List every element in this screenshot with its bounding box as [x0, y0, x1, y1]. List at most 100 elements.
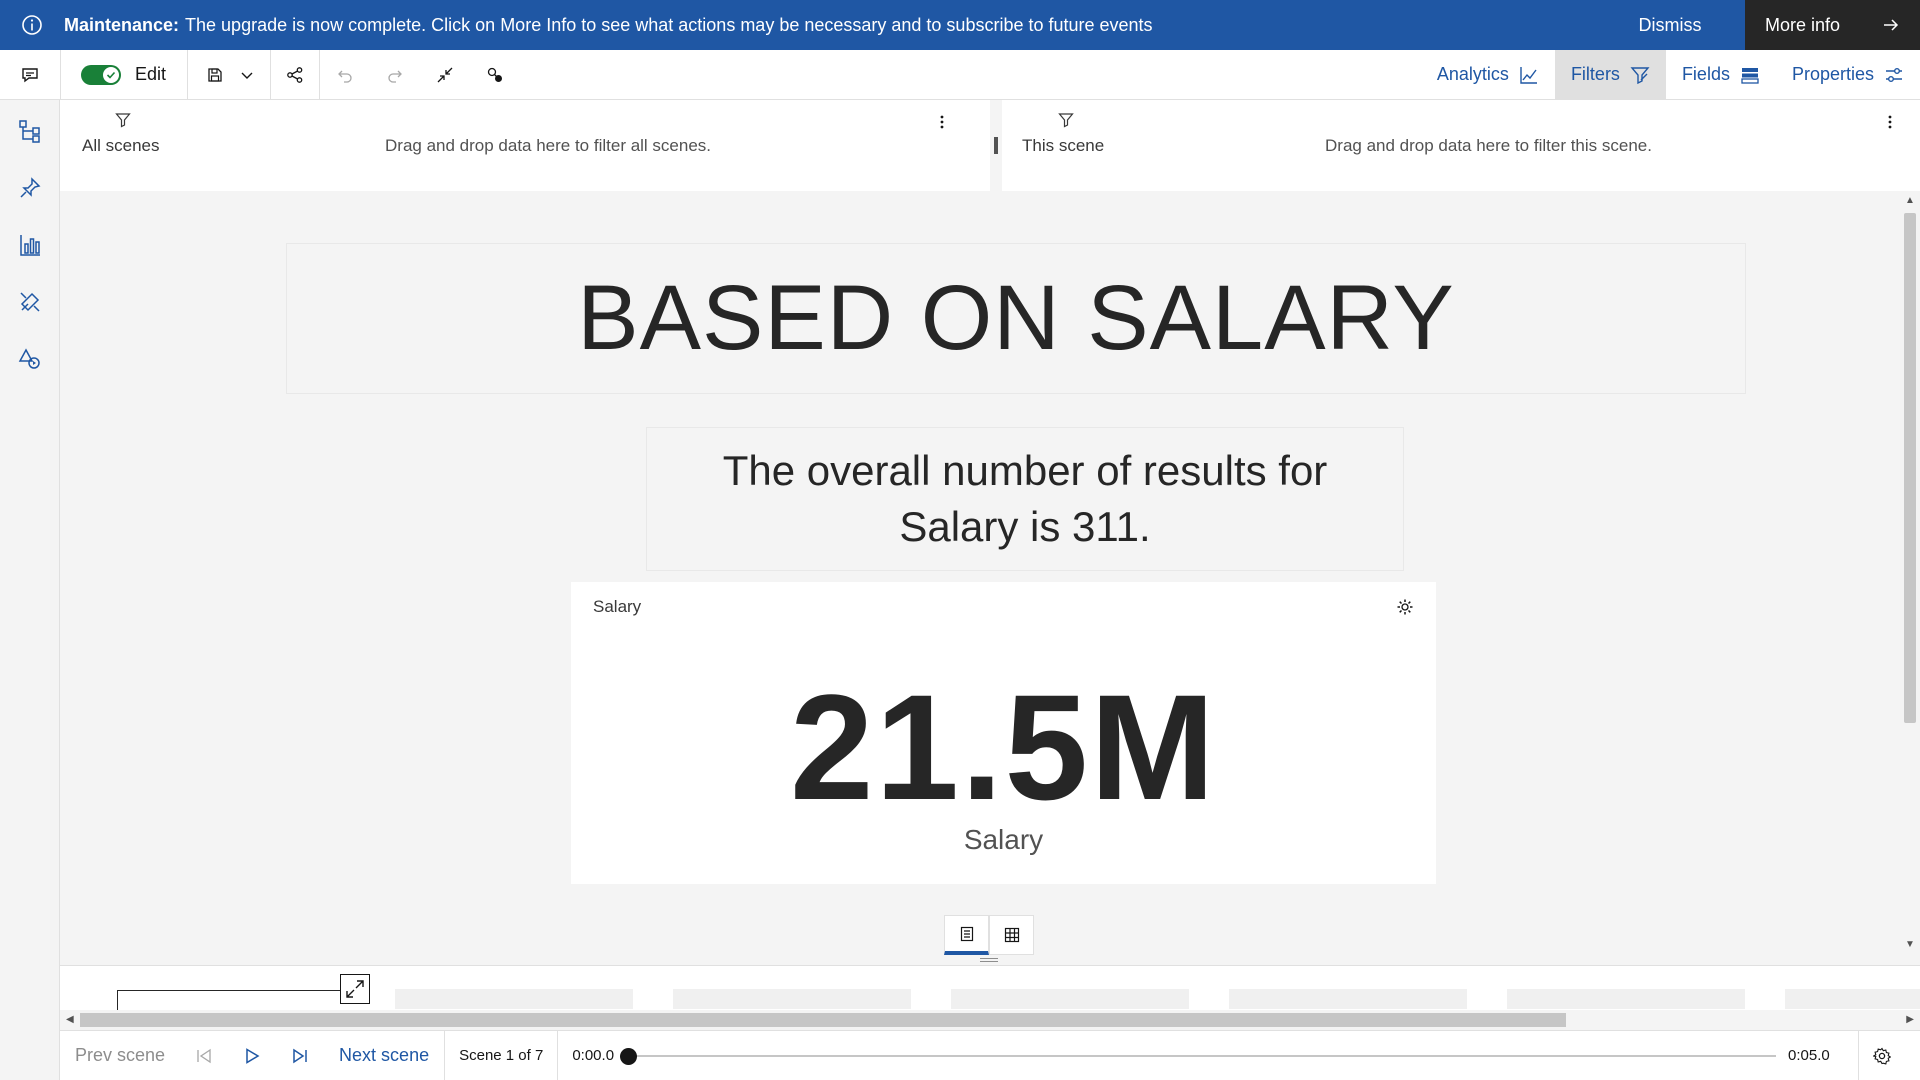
play-icon [243, 1047, 261, 1065]
scroll-right-arrow[interactable]: ▶ [1906, 1014, 1914, 1025]
save-button[interactable] [198, 50, 232, 100]
scroll-left-arrow[interactable]: ◀ [66, 1014, 74, 1025]
tab-label: Fields [1681, 64, 1730, 84]
settings-gear-icon[interactable] [1396, 598, 1414, 616]
comment-button[interactable] [0, 50, 60, 100]
this-scene-filter-dropzone[interactable]: This scene Drag and drop data here to fi… [1002, 100, 1920, 191]
info-icon [0, 0, 64, 50]
dismiss-label: Dismiss [1638, 14, 1702, 35]
timeline-rail [628, 1054, 1777, 1057]
scroll-down-arrow[interactable]: ▼ [1905, 939, 1915, 950]
title-widget[interactable]: BASED ON SALARY [286, 243, 1746, 394]
playback-bar: Prev scene Next scene Scene 1 of 7 0:00.… [60, 1030, 1920, 1080]
overflow-menu-icon[interactable] [932, 112, 952, 132]
collapse-button[interactable] [420, 50, 470, 100]
horizontal-scrollbar[interactable]: ◀ ▶ [60, 1010, 1920, 1030]
redo-icon [386, 66, 404, 84]
nav-widgets[interactable] [0, 273, 60, 330]
scene-thumbnail[interactable] [395, 989, 633, 1009]
kpi-label: Salary [963, 824, 1044, 855]
scene-thumbnail-strip: ◀ ▶ [60, 965, 1920, 1030]
arrow-right-icon [1882, 16, 1900, 34]
playback-settings-button[interactable] [1859, 1031, 1905, 1080]
skip-to-end-button[interactable] [276, 1031, 324, 1080]
document-icon [959, 926, 975, 942]
expand-icon [345, 979, 365, 999]
divider [187, 49, 188, 100]
overflow-menu-icon[interactable] [1880, 112, 1900, 132]
tab-fields[interactable]: Fields [1666, 50, 1776, 100]
scene-thumbnail[interactable] [951, 989, 1189, 1009]
filter-icon [1058, 112, 1074, 128]
line-chart-icon [1519, 65, 1539, 85]
vertical-scrollbar[interactable]: ▲ ▼ [1900, 191, 1920, 955]
scene-title: BASED ON SALARY [577, 267, 1455, 369]
this-scene-label: This scene [1022, 136, 1105, 155]
text-widget[interactable]: The overall number of results for Salary… [646, 427, 1404, 571]
skip-to-start-button[interactable] [180, 1031, 228, 1080]
pointer-icon [486, 66, 504, 84]
nav-hierarchy[interactable] [0, 102, 60, 159]
shapes-icon [18, 347, 42, 371]
pin-icon [18, 176, 42, 200]
dismiss-button[interactable]: Dismiss [1595, 0, 1745, 50]
nav-visualizations[interactable] [0, 216, 60, 273]
banner-text: The upgrade is now complete. Click on Mo… [185, 14, 1153, 35]
scene-thumbnail[interactable] [1785, 989, 1920, 1009]
scroll-thumb[interactable] [80, 1013, 1566, 1027]
expand-timeline-button[interactable] [340, 974, 370, 1004]
table-view-button[interactable] [989, 915, 1034, 955]
kpi-widget[interactable]: Salary 21.5M Salary [571, 582, 1436, 884]
timeline-slider[interactable] [620, 1031, 1777, 1080]
play-button[interactable] [228, 1031, 276, 1080]
scroll-thumb[interactable] [1904, 213, 1916, 723]
nav-pin[interactable] [0, 159, 60, 216]
timeline-resize-handle[interactable] [980, 958, 998, 962]
banner-prefix: Maintenance: [64, 14, 180, 35]
pointer-button[interactable] [470, 50, 520, 100]
filter-icon [1630, 65, 1650, 85]
more-info-label: More info [1765, 14, 1841, 35]
filter-icon [115, 112, 131, 128]
edit-toggle[interactable]: Edit [61, 50, 187, 100]
save-options-dropdown[interactable] [232, 50, 262, 100]
all-scenes-filter-dropzone[interactable]: All scenes Drag and drop data here to fi… [60, 100, 990, 191]
scene-thumbnail[interactable] [1229, 989, 1467, 1009]
share-button[interactable] [271, 50, 319, 100]
this-scene-hint: Drag and drop data here to filter this s… [1325, 136, 1652, 155]
kpi-title: Salary [593, 597, 642, 616]
nav-shapes[interactable] [0, 330, 60, 387]
save-icon [207, 67, 223, 83]
next-scene-button[interactable]: Next scene [324, 1045, 444, 1066]
redo-button[interactable] [370, 50, 420, 100]
scene-thumbnail[interactable] [673, 989, 911, 1009]
fields-icon [1740, 65, 1760, 85]
tab-label: Filters [1570, 64, 1620, 84]
scene-indicator: Scene 1 of 7 [459, 1047, 544, 1064]
details-view-button[interactable] [944, 915, 989, 955]
minimize-icon [436, 66, 454, 84]
more-info-button[interactable]: More info [1745, 0, 1920, 50]
undo-button[interactable] [320, 50, 370, 100]
panel-tabs: Analytics Filters Fields Properties [1421, 49, 1920, 100]
timeline-handle[interactable] [620, 1047, 638, 1065]
skip-forward-icon [291, 1047, 309, 1065]
tab-properties[interactable]: Properties [1776, 50, 1920, 100]
all-scenes-hint: Drag and drop data here to filter all sc… [385, 136, 712, 155]
scroll-up-arrow[interactable]: ▲ [1905, 195, 1915, 206]
pane-resize-handle[interactable] [994, 137, 998, 154]
gear-icon [1872, 1047, 1891, 1065]
scene-description: The overall number of results for Salary… [722, 447, 1328, 550]
hierarchy-icon [18, 119, 42, 143]
toggle-switch[interactable] [81, 64, 121, 85]
scene-thumbnail[interactable] [1507, 989, 1745, 1009]
edit-label: Edit [135, 64, 167, 84]
tab-analytics[interactable]: Analytics [1421, 50, 1555, 100]
time-end: 0:05.0 [1788, 1047, 1830, 1064]
prev-scene-button[interactable]: Prev scene [60, 1045, 180, 1066]
maintenance-banner: Maintenance: The upgrade is now complete.… [0, 0, 1920, 50]
tab-filters[interactable]: Filters [1554, 49, 1666, 100]
scene-thumbnail[interactable] [117, 990, 355, 1010]
widgets-icon [18, 290, 42, 314]
time-start: 0:00.0 [572, 1047, 615, 1064]
